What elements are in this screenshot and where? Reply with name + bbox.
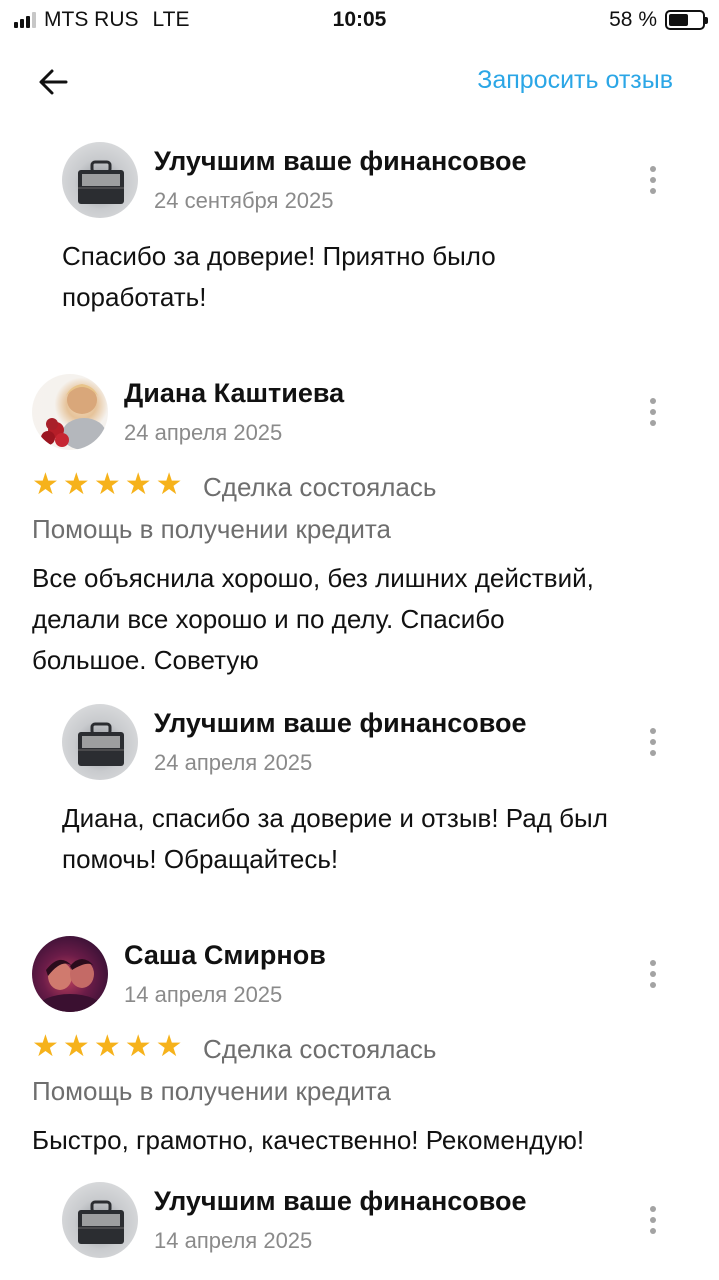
reply-date: 24 сентября 2025 (154, 188, 334, 213)
star-icon: ★ (62, 1030, 90, 1063)
reply-text-line: помочь! Обращайтесь! (62, 844, 339, 874)
arrow-left-icon[interactable] (34, 62, 74, 102)
business-avatar[interactable] (62, 142, 138, 218)
battery-icon (665, 10, 708, 30)
more-options-icon[interactable] (643, 394, 663, 430)
service-name: Помощь в получении кредита (32, 514, 391, 544)
status-bar: MTS RUS LTE 10:05 58 % (0, 0, 719, 40)
review-text-line: большое. Советую (32, 645, 259, 675)
more-options-icon[interactable] (643, 724, 663, 760)
review-text-line: делали все хорошо и по делу. Спасибо (32, 604, 505, 634)
user-avatar[interactable] (32, 936, 108, 1012)
review-author-name[interactable]: Саша Смирнов (124, 940, 326, 971)
deal-status: Сделка состоялась (203, 472, 437, 502)
business-avatar[interactable] (62, 1182, 138, 1258)
business-avatar[interactable] (62, 704, 138, 780)
request-review-link[interactable]: Запросить отзыв (477, 66, 673, 95)
reply-text: Диана, спасибо за доверие и отзыв! Рад б… (62, 798, 608, 880)
status-right: 58 % (609, 8, 708, 32)
star-icon: ★ (32, 1030, 59, 1063)
more-options-icon[interactable] (643, 956, 663, 992)
review-text-line: Все объяснила хорошо, без лишних действи… (32, 563, 594, 593)
review-text: Быстро, грамотно, качественно! Рекоменду… (32, 1120, 584, 1161)
more-options-icon[interactable] (643, 1202, 663, 1238)
rating-stars: ★ ★ ★ ★ ★ (32, 470, 183, 500)
reply-author-name[interactable]: Улучшим ваше финансовое (154, 146, 527, 177)
rating-stars: ★ ★ ★ ★ ★ (32, 1032, 183, 1062)
review-text: Все объяснила хорошо, без лишних действи… (32, 558, 594, 681)
star-icon: ★ (124, 468, 152, 501)
service-name: Помощь в получении кредита (32, 1076, 391, 1106)
star-icon: ★ (62, 468, 90, 501)
reply-text-line: Диана, спасибо за доверие и отзыв! Рад б… (62, 803, 608, 833)
star-icon: ★ (93, 1030, 121, 1063)
battery-percent: 58 % (609, 8, 657, 31)
reply-text-line: Спасибо за доверие! Приятно было (62, 241, 496, 271)
star-icon: ★ (93, 468, 121, 501)
star-icon: ★ (124, 1030, 152, 1063)
more-options-icon[interactable] (643, 162, 663, 198)
reply-date: 14 апреля 2025 (154, 1228, 313, 1253)
star-icon: ★ (32, 468, 59, 501)
review-author-name[interactable]: Диана Каштиева (124, 378, 344, 409)
star-icon: ★ (155, 468, 183, 501)
reply-author-name[interactable]: Улучшим ваше финансовое (154, 1186, 527, 1217)
review-date: 24 апреля 2025 (124, 420, 283, 445)
reply-author-name[interactable]: Улучшим ваше финансовое (154, 708, 527, 739)
reply-date: 24 апреля 2025 (154, 750, 313, 775)
review-text-line: Быстро, грамотно, качественно! Рекоменду… (32, 1125, 585, 1155)
user-avatar[interactable] (32, 374, 108, 450)
review-date: 14 апреля 2025 (124, 982, 283, 1007)
reply-text: Спасибо за доверие! Приятно было поработ… (62, 236, 496, 318)
deal-status: Сделка состоялась (203, 1034, 437, 1064)
reply-text-line: поработать! (62, 282, 207, 312)
star-icon: ★ (155, 1030, 183, 1063)
